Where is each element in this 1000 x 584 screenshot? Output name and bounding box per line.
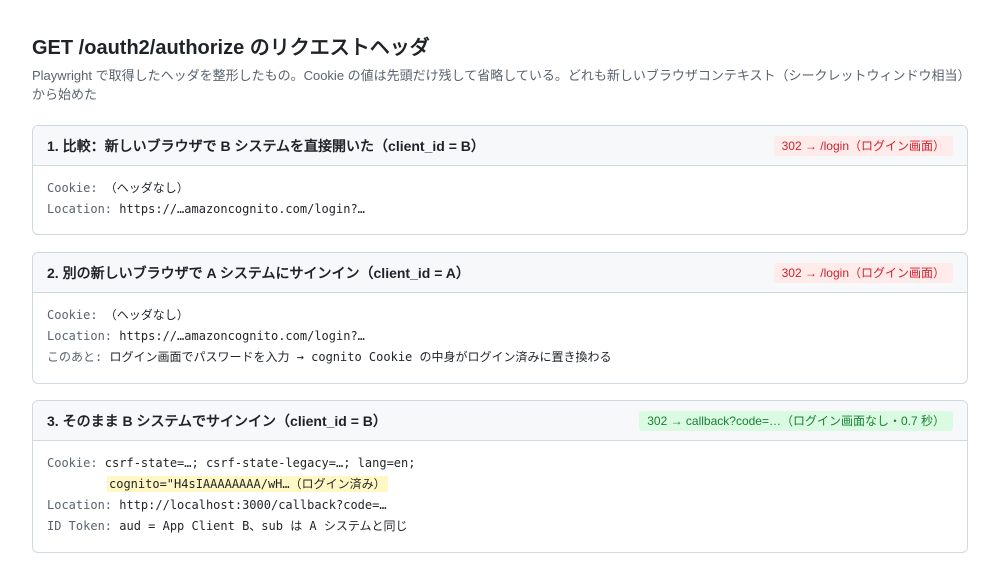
cookie-highlight: cognito="H4sIAAAAAAAA/wH…（ログイン済み）	[107, 476, 388, 492]
header-row-cookie: Cookie: csrf-state=…; csrf-state-legacy=…	[47, 453, 953, 474]
card-title: 3. そのまま B システムでサインイン（client_id = B）	[47, 412, 387, 429]
description-line-1: Playwright で取得したヘッダを整形したもの。Cookie の値は先頭だ…	[32, 68, 971, 83]
description-line-2: から始めた	[32, 87, 98, 102]
header-value: aud = App Client B、sub は A システムと同じ	[112, 519, 408, 533]
header-value: http://localhost:3000/callback?code=…	[112, 498, 387, 512]
page-title: GET /oauth2/authorize のリクエストヘッダ	[32, 37, 430, 59]
page-description: Playwright で取得したヘッダを整形したもの。Cookie の値は先頭だ…	[32, 66, 972, 104]
header-row-next-step: このあと: ログイン画面でパスワードを入力 → cognito Cookie の…	[47, 347, 953, 368]
header-row-location: Location: https://…amazoncognito.com/log…	[47, 199, 953, 220]
header-key: このあと:	[47, 350, 103, 364]
header-value: https://…amazoncognito.com/login?…	[112, 329, 365, 343]
card-title: 2. 別の新しいブラウザで A システムにサインイン（client_id = A…	[47, 264, 470, 281]
header-value: （ヘッダなし）	[97, 308, 189, 322]
header-row-location: Location: http://localhost:3000/callback…	[47, 495, 953, 516]
header-row-cookie: Cookie: （ヘッダなし）	[47, 178, 953, 199]
card-header: 3. そのまま B システムでサインイン（client_id = B） 302 …	[33, 401, 967, 441]
header-key: ID Token:	[47, 519, 113, 533]
header-key: Cookie:	[47, 308, 98, 322]
header-value: ログイン画面でパスワードを入力 → cognito Cookie の中身がログイ…	[102, 350, 612, 364]
card-header: 2. 別の新しいブラウザで A システムにサインイン（client_id = A…	[33, 253, 967, 293]
card-body: Cookie: （ヘッダなし） Location: https://…amazo…	[33, 166, 967, 230]
status-badge: 302 → /login（ログイン画面）	[773, 135, 953, 156]
header-row-cookie: Cookie: （ヘッダなし）	[47, 305, 953, 326]
request-card-1: 1. 比較：新しいブラウザで B システムを直接開いた（client_id = …	[32, 125, 968, 235]
card-body: Cookie: （ヘッダなし） Location: https://…amazo…	[33, 293, 967, 378]
card-title: 1. 比較：新しいブラウザで B システムを直接開いた（client_id = …	[47, 137, 485, 154]
header-row-location: Location: https://…amazoncognito.com/log…	[47, 326, 953, 347]
status-badge: 302 → callback?code=…（ログイン画面なし・0.7 秒）	[639, 410, 953, 431]
header-value: https://…amazoncognito.com/login?…	[112, 202, 365, 216]
card-header: 1. 比較：新しいブラウザで B システムを直接開いた（client_id = …	[33, 126, 967, 166]
request-card-2: 2. 別の新しいブラウザで A システムにサインイン（client_id = A…	[32, 252, 968, 384]
header-row-id-token: ID Token: aud = App Client B、sub は A システ…	[47, 516, 953, 537]
header-key: Cookie:	[47, 181, 98, 195]
card-body: Cookie: csrf-state=…; csrf-state-legacy=…	[33, 441, 967, 547]
header-key: Cookie:	[47, 456, 98, 470]
header-key: Location:	[47, 498, 113, 512]
header-value: csrf-state=…; csrf-state-legacy=…; lang=…	[97, 456, 416, 470]
header-value: （ヘッダなし）	[97, 181, 189, 195]
header-key: Location:	[47, 329, 113, 343]
header-key: Location:	[47, 202, 113, 216]
status-badge: 302 → /login（ログイン画面）	[773, 262, 953, 283]
request-card-3: 3. そのまま B システムでサインイン（client_id = B） 302 …	[32, 400, 968, 553]
header-row-cookie-continued: cognito="H4sIAAAAAAAA/wH…（ログイン済み）	[47, 474, 953, 495]
page: GET /oauth2/authorize のリクエストヘッダ Playwrig…	[0, 0, 1000, 584]
